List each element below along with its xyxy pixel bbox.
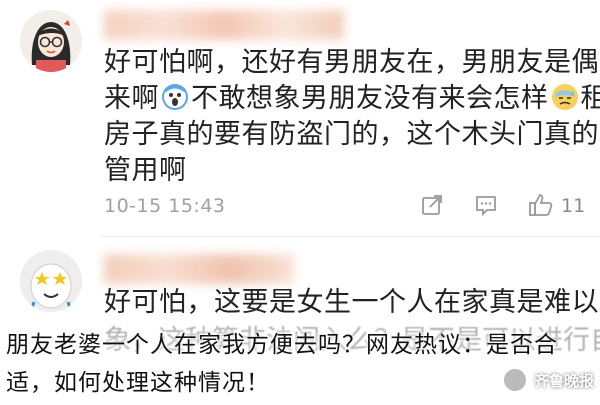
comment-1: 好可怕啊，还好有男朋友在，男朋友是偶尔 来啊 不敢想象男朋友没有来会怎样 租 房…	[0, 0, 600, 235]
like-button[interactable]	[528, 192, 554, 222]
comment-icon	[476, 196, 496, 217]
comment-text-segment: 租	[580, 83, 600, 114]
comment-timestamp: 10-15 15:43	[104, 195, 226, 217]
sweating-face-emoji-icon	[551, 84, 578, 110]
blurred-username	[104, 10, 344, 40]
scared-face-emoji-icon	[162, 84, 188, 110]
publisher-watermark: 齐鲁晚报	[501, 367, 594, 393]
cartoon-girl-avatar-icon	[20, 10, 82, 72]
comment-text-line: 管用啊	[104, 155, 187, 186]
like-count: 11	[561, 195, 586, 217]
reply-button[interactable]	[474, 193, 498, 221]
comment-text-line: 好可怕啊，还好有男朋友在，男朋友是偶尔	[104, 47, 600, 78]
comment-text-segment: 不敢想象男朋友没有来会怎样	[191, 83, 549, 114]
comment-text-line: 来啊 不敢想象男朋友没有来会怎样 租	[104, 80, 600, 118]
avatar[interactable]	[20, 10, 82, 72]
cartoon-star-face-avatar-icon	[20, 250, 82, 312]
blurred-username	[104, 254, 294, 284]
thumbs-up-icon	[529, 194, 553, 216]
watermark-text: 齐鲁晚报	[533, 371, 594, 390]
comment-text-line: 房子真的要有防盗门的，这个木头门真的不	[104, 119, 600, 150]
share-icon	[422, 195, 442, 215]
comment-text-line: 好可怕，这要是女生一个人在家真是难以想	[104, 287, 600, 318]
share-button[interactable]	[420, 193, 444, 221]
comment-text-segment: 来啊	[104, 83, 159, 114]
publisher-logo-icon	[501, 367, 528, 393]
avatar[interactable]	[20, 250, 82, 312]
